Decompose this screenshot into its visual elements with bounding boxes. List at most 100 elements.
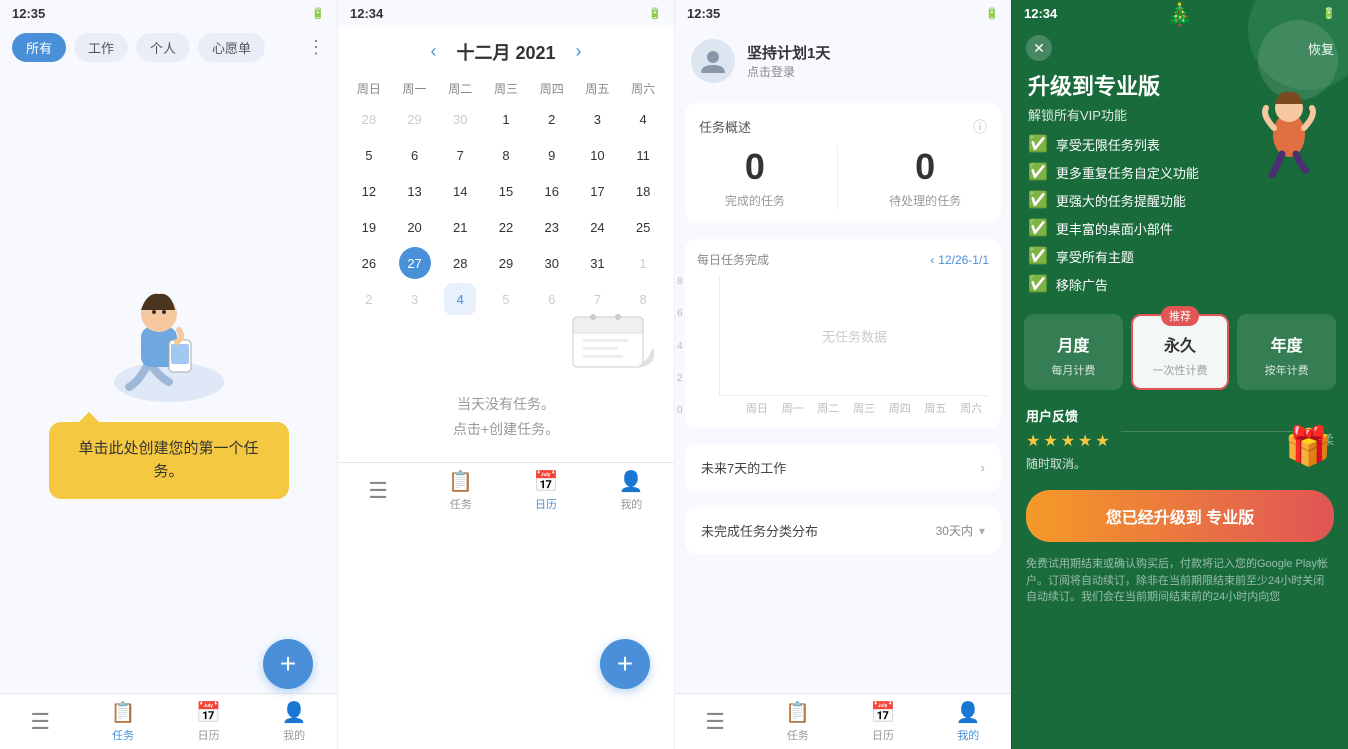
chart-nav-arrow-left[interactable]: ‹ — [930, 253, 934, 267]
cal-day[interactable]: 6 — [399, 139, 431, 171]
cal-day[interactable]: 30 — [444, 103, 476, 135]
menu-icon-2: ☰ — [368, 478, 388, 504]
cal-day[interactable]: 30 — [536, 247, 568, 279]
plan-lifetime[interactable]: 推荐 永久 一次性计费 — [1131, 314, 1230, 390]
filter-personal[interactable]: 个人 — [136, 33, 190, 62]
nav-menu-2[interactable]: ☰ — [368, 478, 388, 504]
nav-calendar-2[interactable]: 📅 日历 — [534, 469, 559, 512]
stats-numbers: 0 完成的任务 0 待处理的任务 — [699, 146, 987, 209]
more-icon[interactable]: ⋮ — [307, 37, 325, 58]
cal-day[interactable]: 3 — [581, 103, 613, 135]
vip-close-button[interactable]: ✕ — [1026, 35, 1052, 61]
cal-day[interactable]: 10 — [581, 139, 613, 171]
weekday-fri: 周五 — [575, 80, 621, 97]
future-work-row[interactable]: 未来7天的工作 › — [685, 444, 1001, 491]
plan-yearly[interactable]: 年度 按年计费 — [1237, 314, 1336, 390]
nav-menu-1[interactable]: ☰ — [30, 709, 50, 735]
avatar[interactable] — [691, 39, 735, 83]
time-1: 12:35 — [12, 6, 45, 21]
task-dist-row[interactable]: 未完成任务分类分布 30天内 ▾ — [685, 507, 1001, 554]
vip-cta-button[interactable]: 您已经升级到 专业版 — [1026, 490, 1334, 542]
cal-day[interactable]: 5 — [353, 139, 385, 171]
vip-feature-3: ✅ 更强大的任务提醒功能 — [1028, 190, 1332, 210]
vip-feature-6: ✅ 移除广告 — [1028, 274, 1332, 294]
cal-day[interactable]: 2 — [536, 103, 568, 135]
filter-work[interactable]: 工作 — [74, 33, 128, 62]
time-2: 12:34 — [350, 6, 383, 21]
cal-day[interactable]: 20 — [399, 211, 431, 243]
cal-day[interactable]: 18 — [627, 175, 659, 207]
vip-restore-button[interactable]: 恢复 — [1308, 39, 1334, 58]
next-month-btn[interactable]: › — [568, 37, 590, 66]
cal-day[interactable]: 7 — [444, 139, 476, 171]
cal-day[interactable]: 29 — [490, 247, 522, 279]
cal-day[interactable]: 11 — [627, 139, 659, 171]
pending-stat: 0 待处理的任务 — [889, 146, 961, 209]
nav-profile-1[interactable]: 👤 我的 — [282, 700, 307, 743]
check-icon-2: ✅ — [1028, 162, 1048, 182]
star-4: ★ — [1078, 431, 1092, 451]
chart-header: 每日任务完成 ‹ 12/26-1/1 — [697, 251, 989, 268]
dropdown-arrow-icon[interactable]: ▾ — [979, 524, 985, 538]
nav-profile-2[interactable]: 👤 我的 — [619, 469, 644, 512]
prev-month-btn[interactable]: ‹ — [422, 37, 444, 66]
plan-monthly[interactable]: 月度 每月计费 — [1024, 314, 1123, 390]
calendar-header: ‹ 十二月 2021 › — [338, 27, 674, 76]
filter-wishlist[interactable]: 心愿单 — [198, 33, 265, 62]
cal-day[interactable]: 14 — [444, 175, 476, 207]
nav-calendar-label-3: 日历 — [872, 727, 894, 743]
weekday-mon: 周一 — [392, 80, 438, 97]
nav-profile-3[interactable]: 👤 我的 — [956, 700, 981, 743]
nav-tasks-2[interactable]: 📋 任务 — [448, 469, 473, 512]
nav-calendar-label-1: 日历 — [198, 727, 220, 743]
stat-divider — [837, 146, 838, 209]
cal-day[interactable]: 16 — [536, 175, 568, 207]
cal-day[interactable]: 19 — [353, 211, 385, 243]
create-task-tooltip[interactable]: 单击此处创建您的第一个任务。 — [49, 422, 289, 499]
star-3: ★ — [1061, 431, 1075, 451]
nav-menu-3[interactable]: ☰ — [705, 709, 725, 735]
cal-day[interactable]: 23 — [536, 211, 568, 243]
chart-title: 每日任务完成 — [697, 251, 769, 268]
username: 坚持计划1天 — [747, 42, 830, 63]
cal-day[interactable]: 4 — [627, 103, 659, 135]
chart-area: 无任务数据 — [719, 276, 989, 396]
cal-day[interactable]: 28 — [444, 247, 476, 279]
info-icon[interactable]: ⓘ — [973, 117, 987, 137]
cal-day[interactable]: 17 — [581, 175, 613, 207]
flip-calendar-svg — [568, 307, 658, 372]
cal-day[interactable]: 15 — [490, 175, 522, 207]
calendar-days: 28 29 30 1 2 3 4 5 6 7 8 9 10 11 12 13 1… — [346, 101, 666, 317]
filter-all[interactable]: 所有 — [12, 33, 66, 62]
add-task-fab-2[interactable]: + — [600, 639, 650, 689]
cal-day[interactable]: 28 — [353, 103, 385, 135]
login-prompt[interactable]: 点击登录 — [747, 63, 830, 80]
bottom-nav-1: ☰ 📋 任务 📅 日历 👤 我的 — [0, 693, 337, 749]
vip-feature-4: ✅ 更丰富的桌面小部件 — [1028, 218, 1332, 238]
tasks-nav-icon-2: 📋 — [448, 469, 473, 494]
cal-day[interactable]: 8 — [490, 139, 522, 171]
vip-panel: 12:34 🔋 🎄 ✕ 恢复 升级到专业版 解锁所有VIP功能 — [1011, 0, 1348, 749]
chart-nav[interactable]: ‹ 12/26-1/1 — [930, 253, 989, 267]
cal-day[interactable]: 22 — [490, 211, 522, 243]
cal-day[interactable]: 31 — [581, 247, 613, 279]
nav-profile-label-1: 我的 — [283, 727, 305, 743]
cal-day[interactable]: 12 — [353, 175, 385, 207]
cal-day[interactable]: 13 — [399, 175, 431, 207]
cal-day[interactable]: 21 — [444, 211, 476, 243]
cal-day[interactable]: 25 — [627, 211, 659, 243]
weekday-sat: 周六 — [620, 80, 666, 97]
nav-tasks-1[interactable]: 📋 任务 — [111, 700, 136, 743]
add-task-fab-1[interactable]: + — [263, 639, 313, 689]
nav-tasks-3[interactable]: 📋 任务 — [785, 700, 810, 743]
cal-day[interactable]: 24 — [581, 211, 613, 243]
cal-day[interactable]: 29 — [399, 103, 431, 135]
nav-calendar-3[interactable]: 📅 日历 — [871, 700, 896, 743]
cal-day[interactable]: 9 — [536, 139, 568, 171]
nav-calendar-1[interactable]: 📅 日历 — [196, 700, 221, 743]
cal-day[interactable]: 1 — [627, 247, 659, 279]
plan-yearly-name: 年度 — [1247, 332, 1326, 356]
cal-day-today[interactable]: 27 — [399, 247, 431, 279]
cal-day[interactable]: 26 — [353, 247, 385, 279]
cal-day[interactable]: 1 — [490, 103, 522, 135]
